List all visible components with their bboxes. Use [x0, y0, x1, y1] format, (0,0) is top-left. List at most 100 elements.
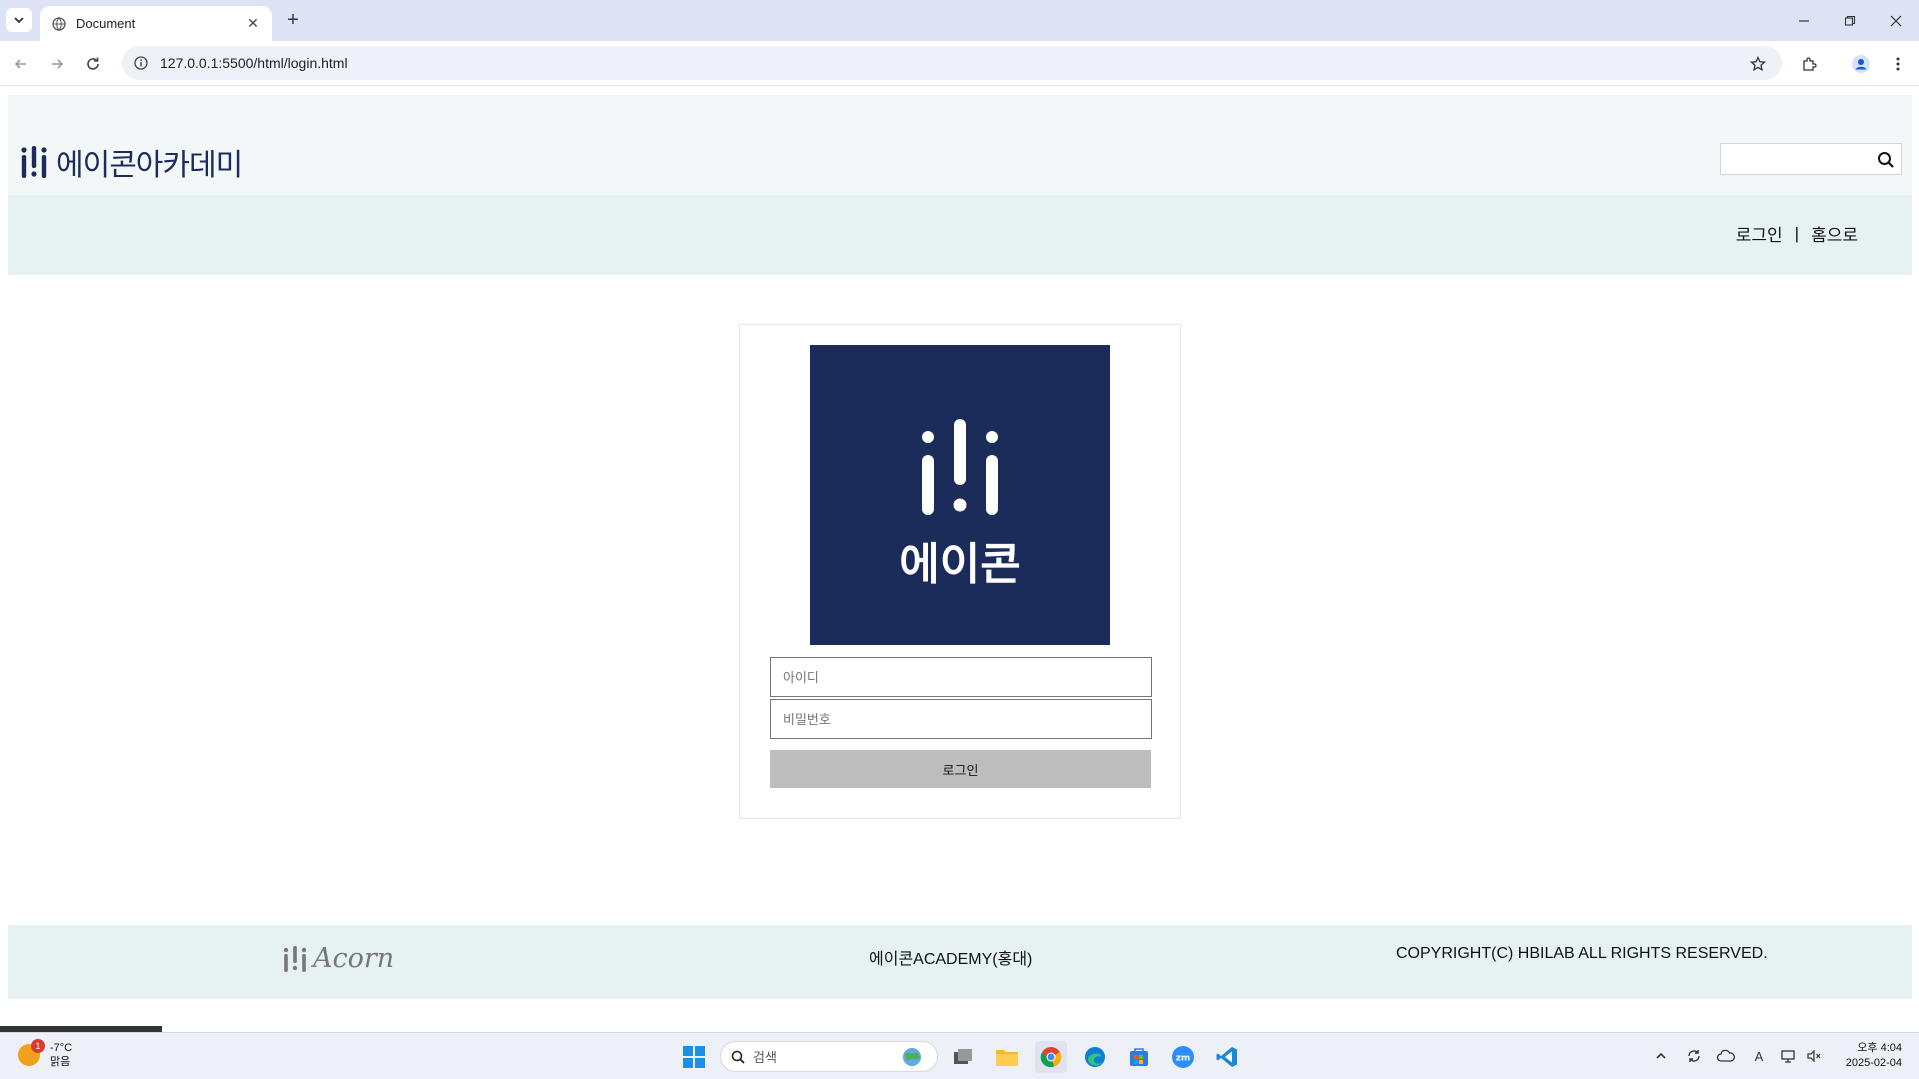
- restore-button[interactable]: [1827, 0, 1873, 41]
- footer-logo: Acorn: [283, 943, 394, 974]
- login-button[interactable]: 로그인: [770, 750, 1151, 788]
- task-view-button[interactable]: [947, 1041, 979, 1073]
- vscode-icon: [1216, 1047, 1237, 1067]
- store-button[interactable]: [1123, 1041, 1155, 1073]
- bookmark-button[interactable]: [1745, 51, 1771, 77]
- site-info-icon[interactable]: [134, 56, 148, 70]
- arrow-right-icon: [52, 59, 64, 69]
- nav-home-link[interactable]: 홈으로: [1811, 221, 1858, 246]
- file-explorer-button[interactable]: [991, 1041, 1023, 1073]
- task-view-icon: [954, 1049, 972, 1064]
- site-logo-text: 에이콘아카데미: [56, 149, 243, 182]
- chevron-up-icon: [1656, 1052, 1666, 1059]
- browser-tab-bar: Document ✕ +: [0, 0, 1919, 41]
- brand-image-text: 에이콘: [899, 539, 1020, 590]
- tab-title: Document: [76, 16, 136, 31]
- start-button[interactable]: [678, 1041, 710, 1073]
- taskbar-search[interactable]: 검색: [720, 1041, 938, 1072]
- store-icon: [1130, 1048, 1148, 1066]
- cloud-icon: [1717, 1049, 1735, 1062]
- browser-menu-button[interactable]: [1885, 51, 1911, 77]
- site-header: 에이콘아카데미: [8, 95, 1912, 195]
- globe-icon: [52, 16, 66, 31]
- browser-tab[interactable]: Document ✕: [40, 6, 272, 41]
- zoom-button[interactable]: zm: [1167, 1041, 1199, 1073]
- taskbar-clock[interactable]: 오후 4:04 2025-02-04: [1830, 1041, 1902, 1071]
- profile-button[interactable]: [1848, 51, 1874, 77]
- arrow-left-icon: [14, 59, 26, 69]
- browser-toolbar: 127.0.0.1:5500/html/login.html: [0, 41, 1919, 86]
- footer-academy-name: 에이콘ACADEMY(홍대): [869, 951, 1033, 968]
- tray-overflow-button[interactable]: [1650, 1045, 1672, 1067]
- edge-button[interactable]: [1079, 1041, 1111, 1073]
- footer-logo-text: Acorn: [313, 943, 395, 974]
- weather-temp: -7°C: [50, 1042, 73, 1054]
- new-tab-button[interactable]: +: [281, 9, 305, 33]
- tab-list-button[interactable]: [6, 8, 32, 32]
- site-footer: Acorn 에이콘ACADEMY(홍대) COPYRIGHT(C) HBILAB…: [8, 925, 1912, 999]
- sync-icon: [1688, 1050, 1700, 1062]
- network-tray-button[interactable]: [1778, 1045, 1800, 1067]
- id-field: [770, 657, 1152, 697]
- volume-tray-button[interactable]: [1803, 1045, 1825, 1067]
- login-form: 에이콘 로그인: [739, 324, 1181, 819]
- close-icon: [1890, 15, 1902, 26]
- network-icon: [1781, 1050, 1795, 1063]
- ime-indicator[interactable]: A: [1748, 1045, 1770, 1067]
- acorn-brand-graphic: 에이콘: [899, 419, 1021, 590]
- site-search-input[interactable]: [1721, 144, 1871, 174]
- acorn-logo-icon: [283, 945, 307, 972]
- weather-desc: 맑음: [50, 1056, 71, 1068]
- tab-close-icon[interactable]: ✕: [244, 15, 262, 32]
- weather-widget[interactable]: 1 -7°C 맑음: [18, 1039, 72, 1069]
- clock-date: 2025-02-04: [1845, 1057, 1902, 1069]
- folder-icon: [996, 1050, 1018, 1066]
- brand-image: 에이콘: [810, 345, 1110, 645]
- weather-text: -7°C 맑음: [50, 1041, 72, 1069]
- windows-taskbar: 1 -7°C 맑음 검색 zm A 오후 4:04 2025-02-04: [0, 1032, 1919, 1079]
- windows-logo-icon: [683, 1046, 705, 1068]
- restore-icon: [1844, 15, 1856, 26]
- site-logo[interactable]: 에이콘아카데미: [20, 140, 243, 184]
- bing-globe-icon: [903, 1047, 921, 1066]
- onedrive-tray-button[interactable]: [1715, 1045, 1737, 1067]
- nav-links: 로그인 | 홈으로: [1736, 221, 1858, 246]
- id-input[interactable]: [771, 658, 1151, 696]
- star-icon: [1750, 56, 1766, 72]
- sync-tray-button[interactable]: [1683, 1045, 1705, 1067]
- sun-icon: 1: [18, 1039, 45, 1066]
- extensions-button[interactable]: [1796, 51, 1822, 77]
- zoom-icon: zm: [1172, 1046, 1194, 1068]
- close-window-button[interactable]: [1873, 0, 1919, 41]
- acorn-logo-icon: [21, 146, 47, 178]
- web-page: 에이콘아카데미 로그인 | 홈으로 에이콘 아이디 로그인 Acorn 에이콘A…: [0, 87, 1919, 1032]
- forward-button[interactable]: [44, 51, 70, 77]
- back-button[interactable]: [8, 51, 34, 77]
- taskbar-search-placeholder: 검색: [753, 1050, 777, 1065]
- minimize-button[interactable]: [1781, 0, 1827, 41]
- chevron-down-icon: [14, 17, 24, 24]
- svg-text:zm: zm: [1176, 1054, 1191, 1064]
- password-field: [770, 699, 1152, 739]
- footer-copyright: COPYRIGHT(C) HBILAB ALL RIGHTS RESERVED.: [1396, 945, 1768, 962]
- chrome-button[interactable]: [1035, 1041, 1067, 1073]
- chrome-icon: [1040, 1047, 1062, 1068]
- search-icon: [731, 1050, 745, 1064]
- site-search-button[interactable]: [1875, 149, 1897, 171]
- site-search: [1720, 143, 1902, 175]
- address-bar[interactable]: 127.0.0.1:5500/html/login.html: [122, 46, 1782, 80]
- notification-badge: 1: [31, 1039, 45, 1053]
- puzzle-icon: [1803, 57, 1817, 71]
- site-nav: 로그인 | 홈으로: [8, 195, 1912, 275]
- nav-login-link[interactable]: 로그인: [1736, 221, 1783, 246]
- reload-button[interactable]: [80, 51, 106, 77]
- edge-icon: [1085, 1047, 1105, 1067]
- volume-muted-icon: [1807, 1049, 1821, 1063]
- url-text[interactable]: 127.0.0.1:5500/html/login.html: [160, 55, 348, 71]
- avatar-icon: [1852, 55, 1870, 73]
- password-input[interactable]: [771, 700, 1151, 738]
- vscode-button[interactable]: [1211, 1041, 1243, 1073]
- clock-time: 오후 4:04: [1857, 1042, 1902, 1054]
- minimize-icon: [1799, 19, 1809, 22]
- search-icon: [1878, 152, 1894, 168]
